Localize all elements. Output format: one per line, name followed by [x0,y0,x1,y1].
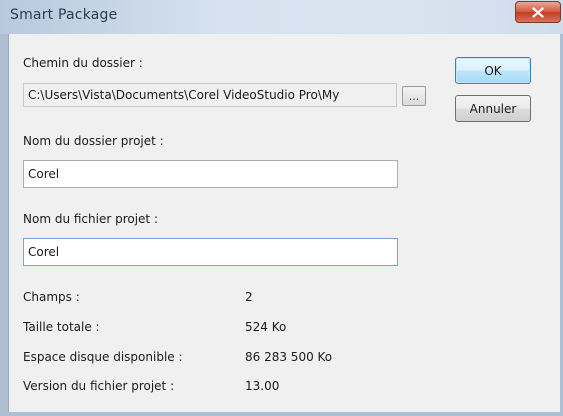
project-file-name-input[interactable]: Corel [23,238,398,266]
window-title: Smart Package [10,7,118,23]
browse-label: ... [408,89,420,103]
project-file-name-value: Corel [28,245,60,259]
smart-package-dialog: Smart Package Chemin du dossier : C:\Use… [0,0,563,416]
folder-path-field[interactable]: C:\Users\Vista\Documents\Corel VideoStud… [23,83,397,107]
project-folder-name-label: Nom du dossier projet : [23,134,164,148]
close-button[interactable] [515,1,561,23]
project-version-label: Version du fichier projet : [23,379,175,393]
project-folder-name-value: Corel [28,167,60,181]
project-version-value: 13.00 [245,379,280,393]
folder-path-label: Chemin du dossier : [23,56,143,70]
disk-space-label: Espace disque disponible : [23,350,183,364]
folder-path-value: C:\Users\Vista\Documents\Corel VideoStud… [28,88,340,102]
dialog-content: Chemin du dossier : C:\Users\Vista\Docum… [8,34,560,412]
close-icon [532,6,544,18]
total-size-value: 524 Ko [245,320,287,334]
total-size-label: Taille totale : [23,320,100,334]
disk-space-value: 86 283 500 Ko [245,350,333,364]
cancel-button[interactable]: Annuler [455,95,531,122]
fields-label: Champs : [23,290,80,304]
project-file-name-label: Nom du fichier projet : [23,212,158,226]
project-folder-name-input[interactable]: Corel [23,160,398,188]
browse-button[interactable]: ... [402,86,426,106]
title-bar[interactable]: Smart Package [0,0,563,34]
cancel-label: Annuler [469,101,517,116]
ok-label: OK [484,63,502,78]
ok-button[interactable]: OK [455,57,531,84]
fields-value: 2 [245,290,253,304]
